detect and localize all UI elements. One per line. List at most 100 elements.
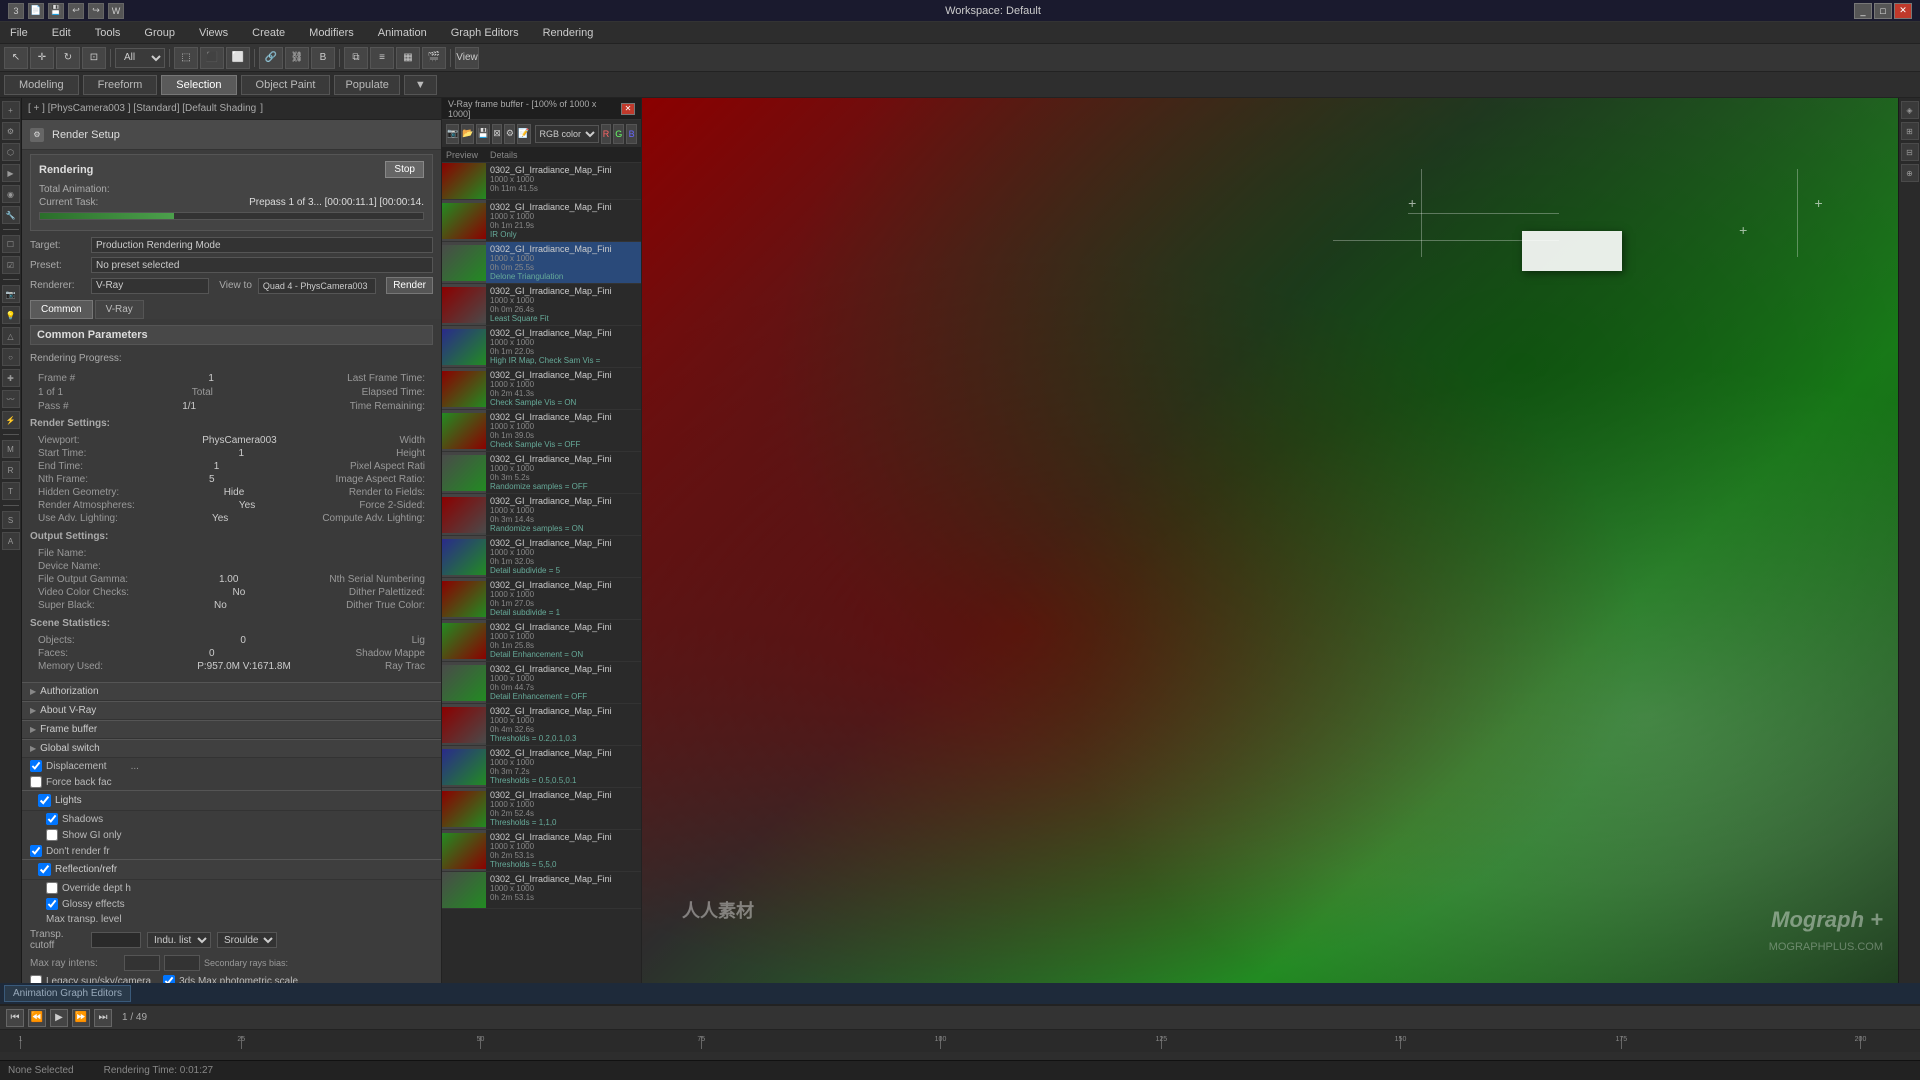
icon-snap-toggle[interactable]: S — [2, 511, 20, 529]
photometric-checkbox[interactable] — [163, 975, 175, 983]
icon-create-panel[interactable]: + — [2, 101, 20, 119]
next-frame-button[interactable]: ⏩ — [72, 1009, 90, 1027]
shadows-checkbox[interactable] — [46, 813, 58, 825]
secondary-rays-input[interactable]: 0.0 — [164, 955, 200, 971]
vray-settings-icon[interactable]: ⚙ — [504, 124, 515, 144]
toolbar-window-select[interactable]: ⬛ — [200, 47, 224, 69]
icon-hierarchy-panel[interactable]: ⬡ — [2, 143, 20, 161]
transp-dropdown-2[interactable]: Sroulde... — [217, 932, 277, 948]
icon-motion-panel[interactable]: ▶ — [2, 164, 20, 182]
preset-value[interactable]: No preset selected — [91, 257, 433, 273]
vray-script-icon[interactable]: 📝 — [517, 124, 530, 144]
legacy-sun-checkbox[interactable] — [30, 975, 42, 983]
toolbar-unlink[interactable]: ⛓ — [285, 47, 309, 69]
menu-rendering[interactable]: Rendering — [537, 25, 600, 41]
history-item[interactable]: 0302_GI_Irradiance_Map_Fini 1000 x 1000 … — [442, 284, 641, 326]
history-item[interactable]: 0302_GI_Irradiance_Map_Fini 1000 x 1000 … — [442, 494, 641, 536]
history-item[interactable]: 0302_GI_Irradiance_Map_Fini 1000 x 1000 … — [442, 410, 641, 452]
section-global-switch[interactable]: ▶ Global switch — [22, 739, 441, 758]
vray-open-icon[interactable]: 📂 — [461, 124, 474, 144]
vray-clear-icon[interactable]: ⊠ — [492, 124, 503, 144]
icon-lights[interactable]: 💡 — [2, 306, 20, 324]
icon-ws[interactable]: W — [108, 3, 124, 19]
renderer-value[interactable]: V-Ray — [91, 278, 209, 294]
icon-geometry[interactable]: △ — [2, 327, 20, 345]
stop-button[interactable]: Stop — [385, 161, 424, 178]
history-item[interactable]: 0302_GI_Irradiance_Map_Fini 1000 x 1000 … — [442, 620, 641, 662]
icon-utilities-panel[interactable]: 🔧 — [2, 206, 20, 224]
history-item[interactable]: 0302_GI_Irradiance_Map_Fini 1000 x 1000 … — [442, 536, 641, 578]
history-item[interactable]: 0302_GI_Irradiance_Map_Fini 1000 x 1000 … — [442, 872, 641, 909]
icon-systems[interactable]: ⚡ — [2, 411, 20, 429]
vray-red-channel[interactable]: R — [601, 124, 612, 144]
history-item[interactable]: 0302_GI_Irradiance_Map_Fini 1000 x 1000 … — [442, 578, 641, 620]
toolbar-rotate[interactable]: ↻ — [56, 47, 80, 69]
menu-modifiers[interactable]: Modifiers — [303, 25, 360, 41]
history-item[interactable]: 0302_GI_Irradiance_Map_Fini 1000 x 1000 … — [442, 704, 641, 746]
icon-save[interactable]: 💾 — [48, 3, 64, 19]
history-item[interactable]: 0302_GI_Irradiance_Map_Fini 1000 x 1000 … — [442, 788, 641, 830]
menu-views[interactable]: Views — [193, 25, 234, 41]
vray-blue-channel[interactable]: B — [626, 124, 637, 144]
play-forward-button[interactable]: ⏭ — [94, 1009, 112, 1027]
show-gi-only-checkbox[interactable] — [46, 829, 58, 841]
toolbar-array[interactable]: ▦ — [396, 47, 420, 69]
menu-file[interactable]: File — [4, 25, 34, 41]
icon-shapes[interactable]: ○ — [2, 348, 20, 366]
target-value[interactable]: Production Rendering Mode — [91, 237, 433, 253]
section-about-vray[interactable]: ▶ About V-Ray — [22, 701, 441, 720]
tab-populate-arrow[interactable]: ▼ — [404, 75, 437, 95]
toolbar-render-setup[interactable]: 🎬 — [422, 47, 446, 69]
icon-camera[interactable]: 📷 — [2, 285, 20, 303]
menu-graph-editors[interactable]: Graph Editors — [445, 25, 525, 41]
icon-render-menu[interactable]: R — [2, 461, 20, 479]
right-icon-1[interactable]: ◈ — [1901, 101, 1919, 119]
maximize-button[interactable]: □ — [1874, 3, 1892, 19]
right-icon-2[interactable]: ⊞ — [1901, 122, 1919, 140]
history-item[interactable]: 0302_GI_Irradiance_Map_Fini 1000 x 1000 … — [442, 326, 641, 368]
menu-tools[interactable]: Tools — [89, 25, 127, 41]
toolbar-align[interactable]: ≡ — [370, 47, 394, 69]
section-authorization[interactable]: ▶ Authorization — [22, 682, 441, 701]
vray-close-button[interactable]: ✕ — [621, 103, 635, 115]
toolbar-mirror[interactable]: ⧉ — [344, 47, 368, 69]
section-frame-buffer[interactable]: ▶ Frame buffer — [22, 720, 441, 739]
history-item[interactable]: 0302_GI_Irradiance_Map_Fini 1000 x 1000 … — [442, 830, 641, 872]
icon-spacewarps[interactable]: 〰 — [2, 390, 20, 408]
transp-dropdown-1[interactable]: Indu. list — [147, 932, 211, 948]
icon-modify-panel[interactable]: ⚙ — [2, 122, 20, 140]
close-button[interactable]: ✕ — [1894, 3, 1912, 19]
right-icon-4[interactable]: ⊕ — [1901, 164, 1919, 182]
vray-green-channel[interactable]: G — [613, 124, 624, 144]
menu-group[interactable]: Group — [138, 25, 181, 41]
render-settings-scroll[interactable]: Common Parameters Rendering Progress: Fr… — [22, 319, 441, 983]
reflection-subsection[interactable]: Reflection/refr — [22, 859, 441, 880]
icon-selection-set[interactable]: ☐ — [2, 235, 20, 253]
tab-populate[interactable]: Populate — [334, 75, 399, 95]
icon-display-panel[interactable]: ◉ — [2, 185, 20, 203]
icon-track-view[interactable]: T — [2, 482, 20, 500]
icon-undo[interactable]: ↩ — [68, 3, 84, 19]
history-item[interactable]: 0302_GI_Irradiance_Map_Fini 1000 x 1000 … — [442, 200, 641, 242]
icon-angle-snap[interactable]: A — [2, 532, 20, 550]
anim-tab-label[interactable]: Animation Graph Editors — [4, 985, 131, 1002]
toolbar-scale[interactable]: ⊡ — [82, 47, 106, 69]
toolbar-view-btn[interactable]: View — [455, 47, 479, 69]
reflection-checkbox[interactable] — [38, 863, 51, 876]
lights-checkbox[interactable] — [38, 794, 51, 807]
history-item[interactable]: 0302_GI_Irradiance_Map_Fini 1000 x 1000 … — [442, 368, 641, 410]
max-ray-intensity-input[interactable]: 20.0 — [124, 955, 160, 971]
vray-save-icon[interactable]: 💾 — [476, 124, 489, 144]
render-tab-common[interactable]: Common — [30, 300, 93, 319]
play-button[interactable]: ▶ — [50, 1009, 68, 1027]
toolbar-link[interactable]: 🔗 — [259, 47, 283, 69]
icon-named-selection[interactable]: ☑ — [2, 256, 20, 274]
icon-mat-editor[interactable]: M — [2, 440, 20, 458]
render-history-list[interactable]: 0302_GI_Irradiance_Map_Fini 1000 x 1000 … — [442, 163, 641, 983]
history-item[interactable]: 0302_GI_Irradiance_Map_Fini 1000 x 1000 … — [442, 452, 641, 494]
tab-selection[interactable]: Selection — [161, 75, 236, 95]
override-depth-checkbox[interactable] — [46, 882, 58, 894]
toolbar-move[interactable]: ✛ — [30, 47, 54, 69]
toolbar-crossing-select[interactable]: ⬜ — [226, 47, 250, 69]
right-icon-3[interactable]: ⊟ — [1901, 143, 1919, 161]
